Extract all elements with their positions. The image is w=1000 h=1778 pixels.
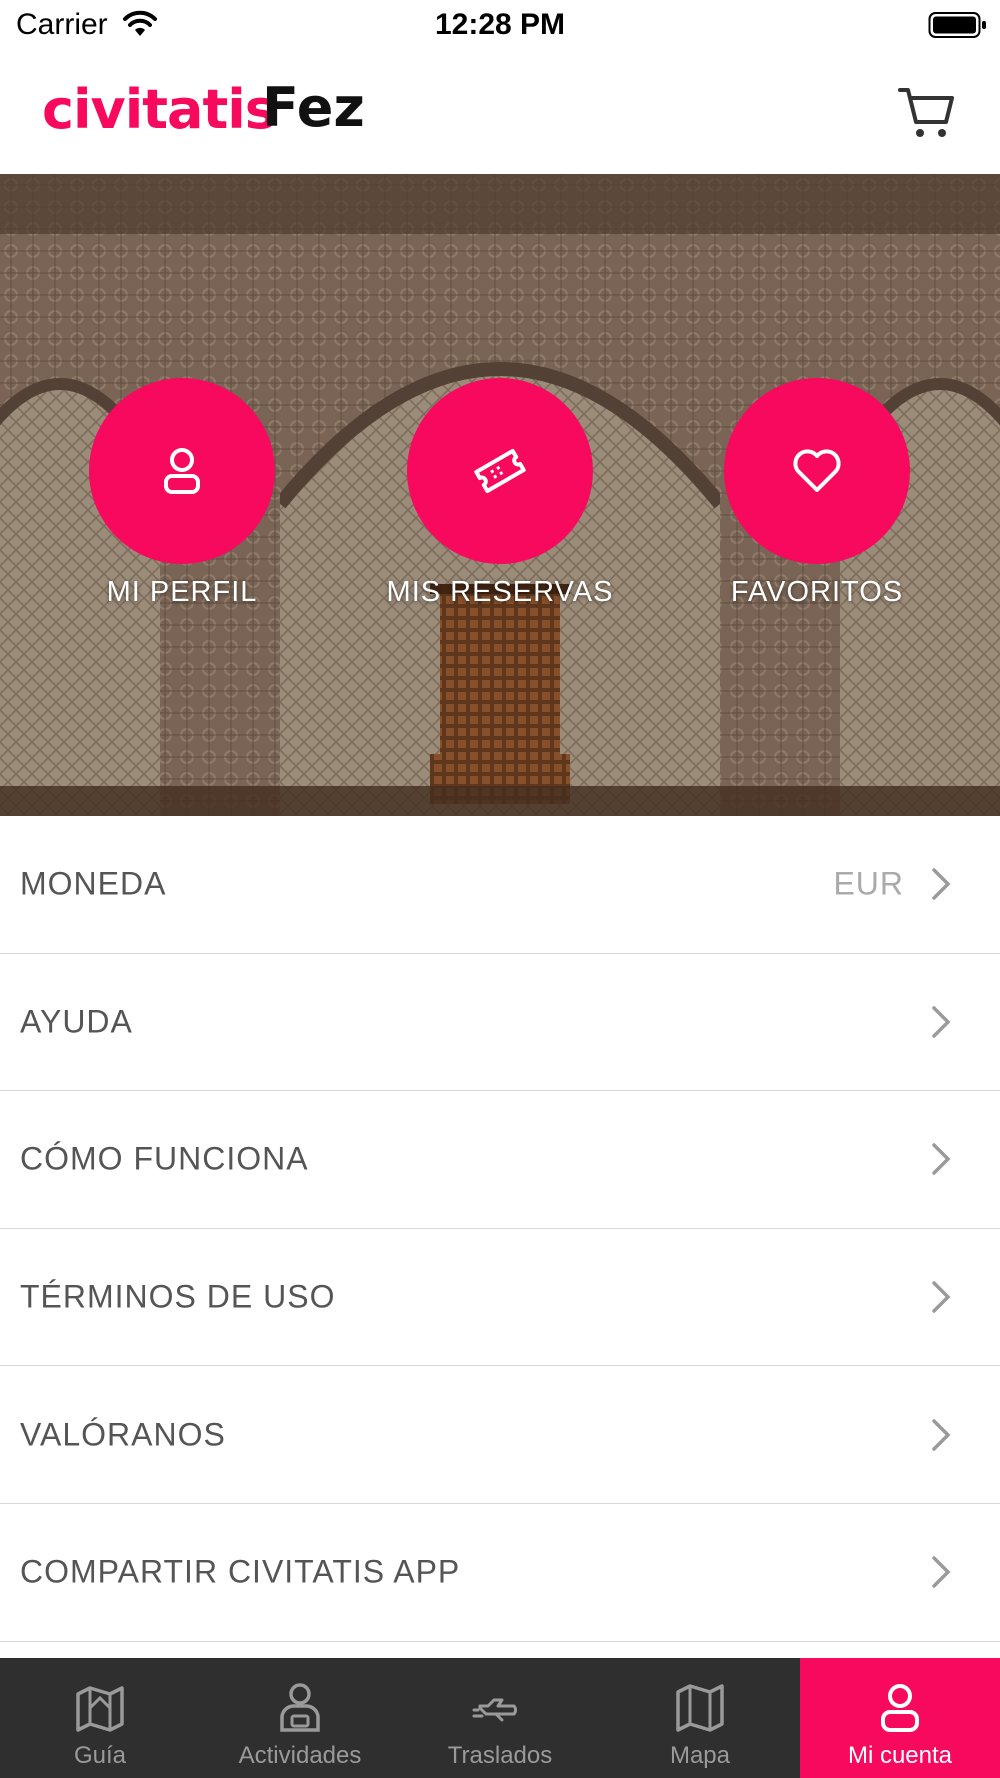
favorites-button[interactable] [724, 378, 910, 564]
favorites-label: FAVORITOS [730, 576, 904, 608]
my-profile-label: MI PERFIL [106, 576, 258, 608]
tab-label: Mi cuenta [847, 1742, 953, 1769]
chevron-right-icon [932, 868, 951, 901]
tab-my-account[interactable]: Mi cuenta [800, 1658, 1000, 1778]
my-bookings-button[interactable] [407, 378, 593, 564]
tab-label: Traslados [447, 1742, 553, 1769]
menu-item-label: VALÓRANOS [20, 1416, 226, 1453]
favorites-action[interactable]: FAVORITOS [697, 378, 937, 609]
menu-item-label: CÓMO FUNCIONA [20, 1140, 309, 1177]
menu-item-label: TÉRMINOS DE USO [20, 1278, 336, 1315]
chevron-right-icon [932, 1556, 951, 1589]
chevron-right-icon [932, 1006, 951, 1038]
menu-item-label: COMPARTIR CIVITATIS APP [20, 1553, 461, 1590]
currency-value: EUR [833, 865, 904, 902]
menu-item-label: MONEDA [20, 865, 167, 902]
tab-label: Actividades [238, 1742, 362, 1769]
hero-banner: MI PERFIL MIS RESERVAS FAVORITOS [0, 174, 1000, 816]
menu-item-terms[interactable]: TÉRMINOS DE USO [0, 1229, 1000, 1367]
guide-map-icon [76, 1686, 124, 1732]
tab-guide[interactable]: Guía [0, 1658, 200, 1778]
chevron-right-icon [932, 1143, 951, 1176]
status-bar: Carrier 12:28 PM [0, 0, 1000, 52]
my-profile-action[interactable]: MI PERFIL [62, 378, 302, 609]
civitatis-logo: civitatis [42, 78, 277, 141]
activities-icon [280, 1683, 320, 1732]
cart-icon[interactable] [896, 82, 956, 142]
menu-item-rate-us[interactable]: VALÓRANOS [0, 1366, 1000, 1504]
transfer-plane-icon [472, 1698, 517, 1722]
menu-item-currency[interactable]: MONEDA EUR [0, 816, 1000, 954]
ticket-icon [474, 448, 526, 494]
status-time: 12:28 PM [434, 8, 566, 41]
chevron-right-icon [932, 1281, 951, 1313]
menu-item-share-app[interactable]: COMPARTIR CIVITATIS APP [0, 1504, 1000, 1642]
tab-transfers[interactable]: Traslados [400, 1658, 600, 1778]
tab-activities[interactable]: Actividades [200, 1658, 400, 1778]
bottom-tab-bar: Guía Actividades Traslados Mapa Mi cuent… [0, 1658, 1000, 1778]
my-bookings-label: MIS RESERVAS [386, 576, 614, 608]
heart-icon [793, 449, 841, 492]
account-icon [881, 1684, 919, 1732]
account-menu-list: MONEDA EUR AYUDA CÓMO FUNCIONA TÉRMINOS … [0, 816, 1000, 1642]
map-icon [676, 1684, 724, 1732]
city-title: Fez [262, 76, 365, 139]
tab-label: Guía [73, 1742, 127, 1769]
menu-item-label: AYUDA [20, 1003, 133, 1040]
menu-item-help[interactable]: AYUDA [0, 954, 1000, 1092]
user-icon [164, 448, 200, 494]
my-profile-button[interactable] [89, 378, 275, 564]
app-header: civitatis Fez [0, 52, 1000, 174]
tab-map[interactable]: Mapa [600, 1658, 800, 1778]
battery-icon [928, 12, 986, 38]
my-bookings-action[interactable]: MIS RESERVAS [380, 378, 620, 609]
tab-label: Mapa [669, 1742, 731, 1769]
chevron-right-icon [932, 1418, 951, 1451]
menu-item-how-it-works[interactable]: CÓMO FUNCIONA [0, 1091, 1000, 1229]
